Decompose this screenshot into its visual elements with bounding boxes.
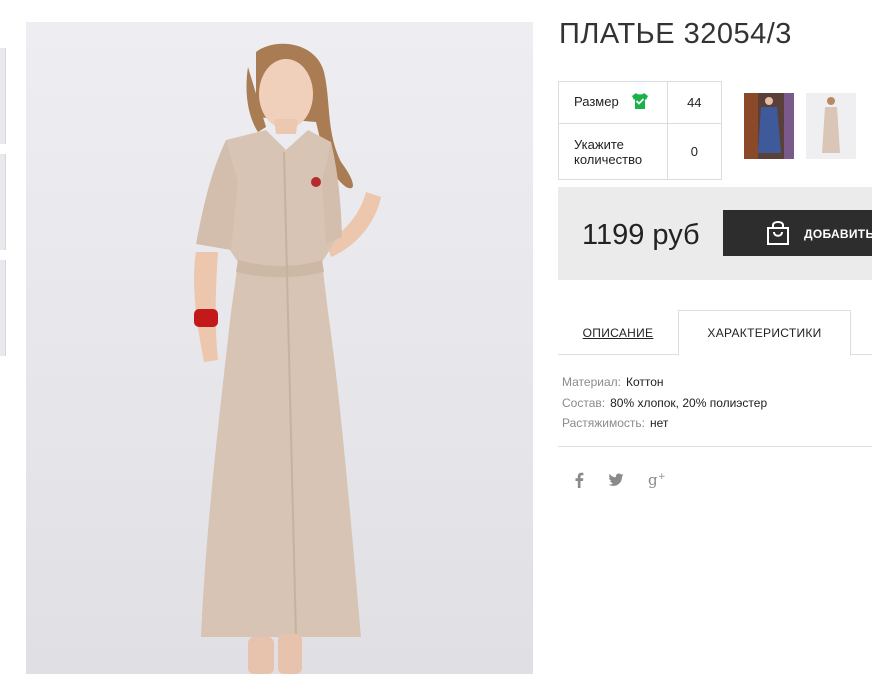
size-label: Размер xyxy=(574,93,619,109)
size-cell: Размер xyxy=(558,81,668,124)
tab-characteristics[interactable]: ХАРАКТЕРИСТИКИ xyxy=(678,310,851,356)
size-value[interactable]: 44 xyxy=(666,81,723,124)
social-share: g + xyxy=(574,471,692,493)
spec-row: Материал: Коттон xyxy=(562,372,767,393)
thumbnail[interactable] xyxy=(0,154,6,250)
product-tabs: ОПИСАНИЕ ХАРАКТЕРИСТИКИ xyxy=(558,310,872,356)
thumbnail[interactable] xyxy=(0,48,6,144)
divider xyxy=(558,446,872,447)
spec-value: Коттон xyxy=(625,375,664,389)
shopping-bag-icon xyxy=(765,220,791,249)
tshirt-check-icon[interactable] xyxy=(630,92,650,113)
qty-value[interactable]: 0 xyxy=(666,123,723,180)
spec-key: Материал: xyxy=(562,375,621,389)
price: 1199 руб xyxy=(582,219,700,251)
main-product-image[interactable] xyxy=(26,22,533,674)
spec-value: 80% хлопок, 20% полиэстер xyxy=(610,395,768,410)
product-options-table: Размер 44 Укажите количество 0 xyxy=(558,81,723,180)
add-to-cart-button[interactable]: ДОБАВИТЬ xyxy=(723,210,872,256)
thumbnail[interactable] xyxy=(0,260,6,356)
spec-row: Состав: 80% хлопок, 20% полиэстер xyxy=(562,393,767,414)
product-page: ПЛАТЬЕ 32054/3 Размер 44 Укажите количес… xyxy=(0,0,872,675)
add-to-cart-label: ДОБАВИТЬ xyxy=(804,227,872,241)
dress-photo xyxy=(193,43,381,674)
svg-text:+: + xyxy=(658,472,666,482)
spec-value: нет xyxy=(650,416,669,430)
google-plus-icon[interactable]: g + xyxy=(648,471,668,493)
facebook-icon[interactable] xyxy=(574,472,584,492)
thumbnail-strip xyxy=(0,48,6,366)
price-box: 1199 руб ДОБАВИТЬ xyxy=(558,187,872,280)
twitter-icon[interactable] xyxy=(608,473,624,491)
spec-key: Состав: xyxy=(562,395,606,410)
svg-text:g: g xyxy=(648,471,658,489)
color-thumbnail-blue[interactable] xyxy=(744,93,794,159)
color-thumbnail-beige[interactable] xyxy=(806,93,856,159)
spec-key: Растяжимость: xyxy=(562,416,646,430)
product-title: ПЛАТЬЕ 32054/3 xyxy=(559,18,792,50)
spec-row: Растяжимость: нет xyxy=(562,413,767,434)
specs-list: Материал: Коттон Состав: 80% хлопок, 20% п… xyxy=(562,372,767,434)
tab-description[interactable]: ОПИСАНИЕ xyxy=(558,310,678,355)
qty-label: Укажите количество xyxy=(558,123,668,180)
